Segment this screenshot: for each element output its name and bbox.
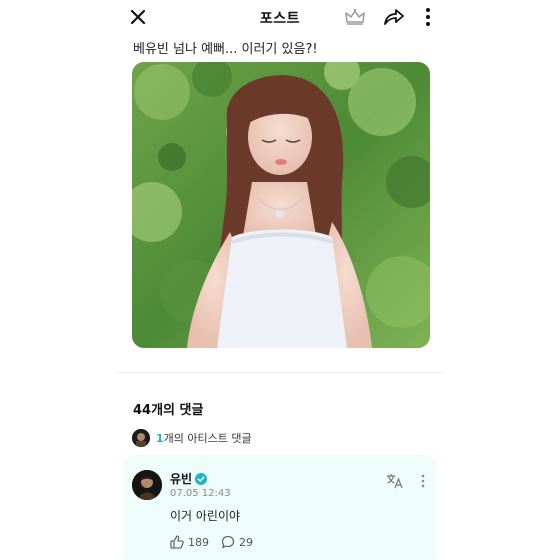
verified-icon — [195, 472, 208, 485]
reply-count: 29 — [239, 535, 253, 549]
reply-button[interactable]: 29 — [221, 535, 253, 549]
artist-count-number: 1 — [156, 432, 164, 445]
like-icon — [170, 535, 184, 549]
artist-count-label: 개의 아티스트 댓글 — [163, 432, 252, 445]
translate-button[interactable] — [386, 473, 404, 489]
crown-button[interactable] — [344, 7, 366, 27]
comment-actions: 189 29 — [170, 535, 265, 549]
post-photo[interactable] — [132, 62, 430, 348]
comment-text: 이거 아린이야 — [170, 509, 241, 523]
avatar[interactable] — [132, 470, 162, 500]
like-button[interactable]: 189 — [170, 535, 209, 549]
artist-comment: 유빈 07.05 12:43 이거 아린이야 189 29 — [124, 455, 436, 560]
comment-author-row: 유빈 — [170, 470, 208, 487]
more-vertical-icon — [421, 474, 425, 488]
comment-icon — [221, 535, 235, 549]
top-bar: 포스트 — [116, 0, 444, 34]
share-button[interactable] — [382, 5, 406, 29]
comment-count: 44개의 댓글 — [133, 403, 204, 418]
share-icon — [384, 9, 404, 25]
artist-comments-filter[interactable]: 1개의 아티스트 댓글 — [132, 428, 252, 448]
translate-icon — [387, 474, 403, 489]
more-vertical-icon — [426, 8, 430, 26]
like-count: 189 — [188, 535, 209, 549]
artist-comment-count: 1개의 아티스트 댓글 — [156, 430, 252, 446]
avatar — [132, 429, 150, 447]
crown-icon — [345, 8, 365, 25]
section-divider — [116, 372, 444, 373]
post-text: 베유빈 넘나 예뻐... 이러기 있음?! — [133, 42, 318, 57]
comment-time: 07.05 12:43 — [170, 488, 231, 499]
comment-author[interactable]: 유빈 — [170, 470, 192, 487]
more-options-button[interactable] — [418, 5, 438, 29]
comment-more-button[interactable] — [419, 473, 427, 489]
